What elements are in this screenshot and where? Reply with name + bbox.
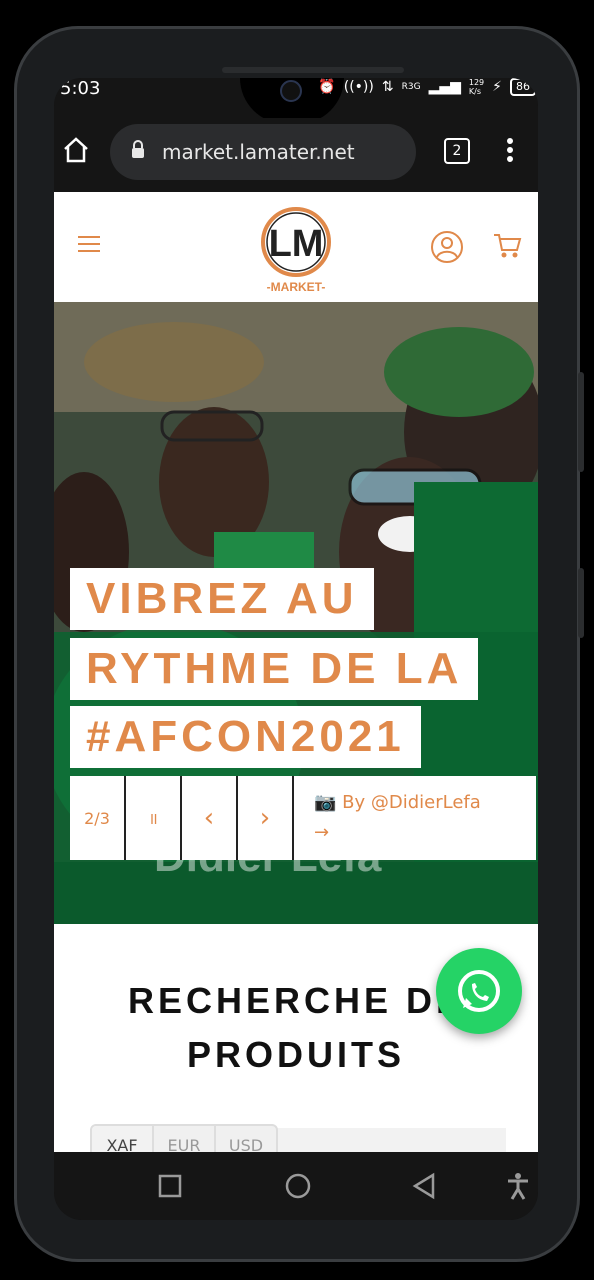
next-slide-button[interactable]: › [238,776,294,860]
kebab-menu-icon [507,138,513,162]
accessibility-icon [508,1173,528,1200]
url-text: market.lamater.net [162,140,355,164]
currency-xaf-button[interactable]: XAF [92,1126,154,1152]
recents-button[interactable] [158,1174,182,1202]
headline-line-2: RYTHME DE LA [70,638,479,700]
network-type: R3G [401,82,421,92]
lm-market-logo: LM -MARKET- [261,207,331,294]
site-logo[interactable]: LM -MARKET- [256,204,336,296]
circle-icon [285,1173,311,1199]
screen: 5:03 ⏰ ((•)) ⇅ R3G ▂▄▆ 129 K/s ⚡ 86 mark [54,78,538,1220]
back-triangle-icon [412,1172,435,1200]
currency-switcher: XAF EUR USD [90,1124,278,1152]
status-bar: 5:03 ⏰ ((•)) ⇅ R3G ▂▄▆ 129 K/s ⚡ 86 [54,78,538,124]
account-button[interactable] [430,230,464,268]
browser-toolbar: market.lamater.net 2 [54,118,538,190]
front-camera [280,80,302,102]
tab-switcher-button[interactable]: 2 [444,138,470,164]
headline-line-3: #AFCON2021 [70,706,421,768]
net-speed: 129 K/s [469,78,484,96]
logo-letters: LM [269,223,324,265]
site-header: LM -MARKET- [54,192,538,302]
hamburger-icon [78,236,100,252]
status-time: 5:03 [60,78,101,99]
cart-button[interactable] [492,232,522,264]
prev-slide-button[interactable]: ‹ [182,776,238,860]
accessibility-button[interactable] [506,1172,530,1204]
hamburger-menu-button[interactable] [76,234,102,258]
net-speed-unit: K/s [468,87,481,96]
charging-icon: ⚡ [492,79,502,95]
web-page: LM -MARKET- VIBREZ AU RYTHME DE LA #AFCO… [54,192,538,1152]
slider-controls: 2/3 ॥ ‹ › 📷 By @DidierLefa → [70,776,536,860]
slide-counter: 2/3 [70,776,126,860]
back-button[interactable] [412,1172,436,1204]
hero-slider: Didier Lefa VIBREZ AU RYTHME DE LA #AFCO… [54,302,538,924]
cart-icon [494,234,522,258]
whatsapp-icon [458,970,500,1012]
currency-usd-button[interactable]: USD [216,1126,276,1152]
currency-eur-button[interactable]: EUR [154,1126,216,1152]
browser-menu-button[interactable] [506,136,514,168]
whatsapp-button[interactable] [436,948,522,1034]
battery-icon: 86 [510,78,536,96]
arrow-right-icon: → [314,822,330,843]
search-title-line-2: PRODUITS [186,1034,405,1075]
user-icon [431,231,463,263]
power-button [578,568,584,638]
hotspot-icon: ((•)) [343,79,374,95]
url-bar[interactable]: market.lamater.net [110,124,416,180]
alarm-icon: ⏰ [318,79,336,95]
system-nav-bar [54,1152,538,1220]
square-icon [158,1174,182,1198]
pause-button[interactable]: ॥ [126,776,182,860]
logo-text: -MARKET- [267,280,326,294]
home-nav-button[interactable] [284,1172,312,1204]
home-icon [64,137,88,163]
home-button[interactable] [62,136,90,168]
headline-line-1: VIBREZ AU [70,568,374,630]
volume-button [578,372,584,472]
photo-credit-text: 📷 By @DidierLefa [314,792,481,813]
signal-icon: ▂▄▆ [428,79,461,95]
earpiece [222,67,404,73]
status-icons: ⏰ ((•)) ⇅ R3G ▂▄▆ 129 K/s ⚡ 86 [318,78,536,96]
photo-credit-link[interactable]: 📷 By @DidierLefa → [294,776,536,860]
lock-icon [130,140,146,165]
net-speed-value: 129 [468,78,485,87]
data-arrows-icon: ⇅ [381,79,394,95]
